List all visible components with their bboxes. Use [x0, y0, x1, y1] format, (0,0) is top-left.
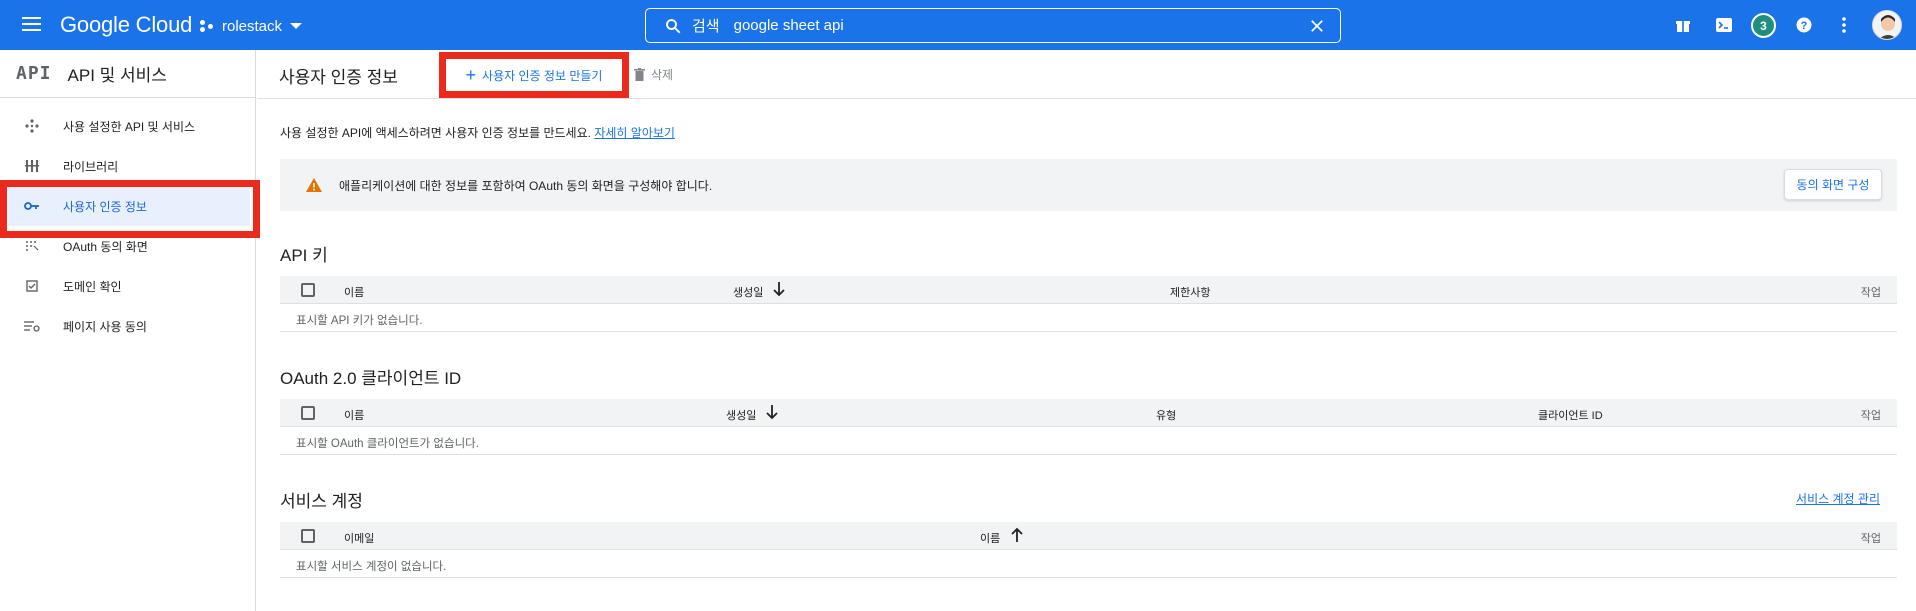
- empty-message: 표시할 OAuth 클라이언트가 없습니다.: [296, 438, 479, 450]
- warning-text: 애플리케이션에 대한 정보를 포함하여 OAuth 동의 화면을 구성해야 합니…: [339, 178, 713, 193]
- delete-button[interactable]: 삭제: [634, 64, 673, 84]
- column-header[interactable]: 이름: [344, 407, 364, 423]
- table-header: 이름 생성일 제한사항 작업: [280, 276, 1897, 304]
- table-empty-row: 표시할 API 키가 없습니다.: [280, 304, 1897, 332]
- chevron-down-icon: [290, 23, 303, 29]
- sidebar-item-label: 라이브러리: [63, 159, 119, 174]
- search-prefix-label: 검색: [692, 18, 720, 35]
- column-header[interactable]: 이름: [344, 284, 364, 300]
- intro-text: 사용 설정한 API에 액세스하려면 사용자 인증 정보를 만드세요. 자세히 …: [280, 124, 675, 141]
- column-header[interactable]: 생성일: [726, 407, 756, 423]
- search-bar[interactable]: 검색: [645, 8, 1341, 43]
- trash-icon: [634, 67, 645, 81]
- svg-text:?: ?: [1801, 20, 1808, 32]
- table-header: 이름 생성일 유형 클라이언트 ID 작업: [280, 399, 1897, 427]
- configure-consent-screen-button[interactable]: 동의 화면 구성: [1784, 169, 1882, 200]
- checkbox-icon: [24, 278, 40, 294]
- column-header[interactable]: 생성일: [733, 284, 763, 300]
- sidebar-item-domain-verification[interactable]: 도메인 확인: [8, 266, 250, 306]
- arrow-up-icon[interactable]: [1010, 527, 1024, 543]
- api-keys-title: API 키: [280, 246, 328, 265]
- close-icon[interactable]: [1308, 17, 1326, 35]
- search-input[interactable]: [733, 17, 1274, 34]
- oauth-clients-title: OAuth 2.0 클라이언트 ID: [280, 369, 462, 388]
- column-header[interactable]: 제한사항: [1170, 284, 1210, 300]
- library-icon: [24, 158, 40, 174]
- top-app-bar: Google Cloud rolestack 검색 3 ?: [0, 0, 1916, 50]
- sidebar-item-label: 사용 설정한 API 및 서비스: [63, 119, 196, 134]
- arrow-down-icon[interactable]: [765, 404, 779, 420]
- service-accounts-title: 서비스 계정: [280, 492, 363, 511]
- column-header[interactable]: 이름: [980, 530, 1000, 546]
- more-vert-icon[interactable]: [1833, 14, 1855, 36]
- help-icon[interactable]: ?: [1793, 14, 1815, 36]
- settings-list-icon: [24, 318, 40, 334]
- column-header[interactable]: 클라이언트 ID: [1538, 407, 1603, 423]
- table-empty-row: 표시할 서비스 계정이 없습니다.: [280, 550, 1897, 578]
- sidebar-item-enabled-apis[interactable]: 사용 설정한 API 및 서비스: [8, 106, 250, 146]
- project-dots-icon: [200, 18, 216, 34]
- table-empty-row: 표시할 OAuth 클라이언트가 없습니다.: [280, 427, 1897, 455]
- learn-more-link[interactable]: 자세히 알아보기: [594, 126, 675, 140]
- select-all-checkbox[interactable]: [301, 283, 315, 297]
- sidebar-item-label: OAuth 동의 화면: [63, 239, 148, 254]
- api-keys-table: 이름 생성일 제한사항 작업 표시할 API 키가 없습니다.: [280, 276, 1897, 332]
- select-all-checkbox[interactable]: [301, 406, 315, 420]
- sidebar: API API 및 서비스 사용 설정한 API 및 서비스 라이브러리 사용자…: [0, 50, 256, 611]
- move-dots-icon: [24, 118, 40, 134]
- sidebar-item-page-usage-agreements[interactable]: 페이지 사용 동의: [8, 306, 250, 346]
- delete-label: 삭제: [651, 67, 674, 82]
- create-credentials-label: 사용자 인증 정보 만들기: [482, 68, 603, 83]
- project-selector[interactable]: rolestack: [200, 14, 303, 38]
- select-all-checkbox[interactable]: [301, 529, 315, 543]
- gift-icon[interactable]: [1672, 14, 1694, 36]
- manage-service-accounts-link[interactable]: 서비스 계정 관리: [1796, 490, 1880, 507]
- column-header: 작업: [1860, 533, 1881, 545]
- sidebar-item-label: 페이지 사용 동의: [63, 319, 147, 334]
- sidebar-item-label: 도메인 확인: [63, 279, 122, 294]
- project-name: rolestack: [222, 17, 283, 35]
- create-credentials-button[interactable]: + 사용자 인증 정보 만들기: [439, 52, 629, 98]
- column-header: 작업: [1860, 287, 1881, 299]
- api-logo-icon: API: [16, 63, 52, 84]
- column-header[interactable]: 이메일: [344, 530, 374, 546]
- warning-icon: [306, 178, 322, 192]
- plus-icon: +: [465, 65, 477, 85]
- sidebar-header: API API 및 서비스: [0, 50, 255, 98]
- google-cloud-logo[interactable]: Google Cloud: [60, 12, 192, 38]
- intro-description: 사용 설정한 API에 액세스하려면 사용자 인증 정보를 만드세요.: [280, 126, 591, 140]
- avatar[interactable]: [1872, 10, 1902, 40]
- empty-message: 표시할 API 키가 없습니다.: [296, 315, 423, 327]
- sidebar-title: API 및 서비스: [67, 66, 167, 85]
- consent-grid-icon: [24, 238, 40, 254]
- cloud-shell-icon[interactable]: [1713, 14, 1735, 36]
- table-header: 이메일 이름 작업: [280, 522, 1897, 550]
- service-accounts-table: 이메일 이름 작업 표시할 서비스 계정이 없습니다.: [280, 522, 1897, 578]
- search-icon: [666, 18, 681, 33]
- arrow-down-icon[interactable]: [772, 281, 786, 297]
- empty-message: 표시할 서비스 계정이 없습니다.: [296, 561, 447, 573]
- page-title: 사용자 인증 정보: [279, 68, 398, 87]
- warning-banner: 애플리케이션에 대한 정보를 포함하여 OAuth 동의 화면을 구성해야 합니…: [280, 159, 1897, 211]
- column-header[interactable]: 유형: [1156, 407, 1176, 423]
- hamburger-menu-icon[interactable]: [18, 13, 46, 37]
- highlight-box: [0, 180, 260, 238]
- column-header: 작업: [1860, 410, 1881, 422]
- notifications-badge[interactable]: 3: [1751, 13, 1776, 38]
- oauth-clients-table: 이름 생성일 유형 클라이언트 ID 작업 표시할 OAuth 클라이언트가 없…: [280, 399, 1897, 455]
